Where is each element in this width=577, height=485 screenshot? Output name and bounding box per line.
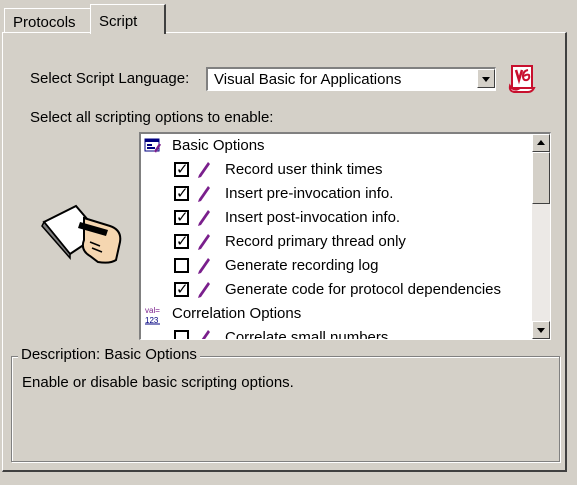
description-group xyxy=(11,356,560,462)
checkbox[interactable] xyxy=(174,330,189,339)
tab-script-label: Script xyxy=(99,13,138,30)
list-item-label: Insert pre-invocation info. xyxy=(225,185,394,202)
scroll-down-icon[interactable] xyxy=(532,321,550,339)
pencil-icon xyxy=(198,162,210,178)
tab-protocols-label: Protocols xyxy=(13,14,76,31)
options-scrollbar[interactable] xyxy=(532,134,550,339)
list-item-label: Insert post-invocation info. xyxy=(225,209,401,226)
group-basic-options-label: Basic Options xyxy=(172,137,265,154)
hand-writing-icon xyxy=(40,200,126,266)
script-language-select[interactable]: Visual Basic for Applications xyxy=(206,67,496,91)
group-correlation-options-label: Correlation Options xyxy=(172,305,302,322)
script-language-label: Select Script Language: xyxy=(30,70,190,87)
pencil-icon xyxy=(198,258,210,274)
checkbox[interactable] xyxy=(174,258,189,273)
list-item-label: Record user think times xyxy=(225,161,383,178)
list-item-label: Generate recording log xyxy=(225,257,379,274)
scripting-options-label: Select all scripting options to enable: xyxy=(30,109,274,126)
tab-script[interactable]: Script xyxy=(90,4,166,34)
scrollbar-thumb[interactable] xyxy=(532,152,550,204)
chevron-down-icon[interactable] xyxy=(477,69,495,88)
correlation-options-icon: val= 123 xyxy=(145,306,160,325)
list-item-label: Generate code for protocol dependencies xyxy=(225,281,502,298)
svg-text:val=: val= xyxy=(145,306,160,315)
tab-protocols[interactable]: Protocols xyxy=(4,8,92,32)
pencil-icon xyxy=(198,282,210,298)
checkbox[interactable] xyxy=(174,160,189,178)
pencil-icon xyxy=(198,210,210,226)
pencil-icon xyxy=(198,234,210,250)
checkbox[interactable] xyxy=(174,232,189,250)
pencil-icon xyxy=(201,330,210,339)
list-item-label: Correlate small numbers xyxy=(225,329,389,340)
checkbox[interactable] xyxy=(174,280,189,298)
description-text: Enable or disable basic scripting option… xyxy=(22,374,294,391)
pencil-icon xyxy=(198,186,210,202)
checkbox[interactable] xyxy=(174,208,189,226)
scripting-options-list[interactable]: Basic Options Record user think times In… xyxy=(139,132,551,340)
list-item-label: Record primary thread only xyxy=(225,233,406,250)
script-language-value: Visual Basic for Applications xyxy=(214,71,402,88)
description-title: Description: Basic Options xyxy=(18,346,200,363)
basic-options-icon xyxy=(144,138,162,153)
checkbox[interactable] xyxy=(174,184,189,202)
scroll-up-icon[interactable] xyxy=(532,134,550,152)
vba-scroll-icon[interactable] xyxy=(506,62,538,94)
